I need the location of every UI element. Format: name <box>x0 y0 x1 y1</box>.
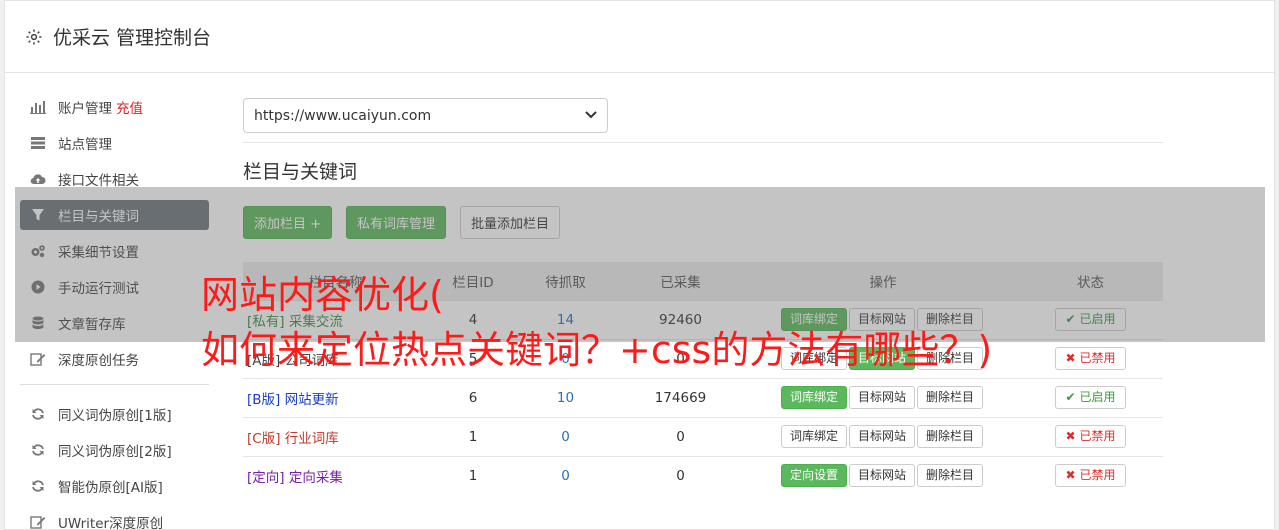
chevron-down-icon <box>585 109 597 122</box>
overlay-line-1: 网站内容优化( <box>201 273 444 317</box>
gear-icon <box>25 28 43 46</box>
pending-count[interactable]: 0 <box>518 455 613 495</box>
sidebar-item-sites[interactable]: 站点管理 <box>20 128 209 158</box>
actions-cell: 词库绑定 目标网站 删除栏目 <box>748 377 1018 417</box>
refresh-icon <box>30 478 46 494</box>
status-cell: ✖ 已禁用 <box>1018 416 1163 456</box>
table-row: [B版] 网站更新 6 10 174669 词库绑定 目标网站 删除栏目 ✔ 已启用 <box>243 377 1163 417</box>
close-icon: ✖ <box>1065 468 1076 483</box>
refresh-icon <box>30 442 46 458</box>
sidebar-item-label: UWriter深度原创 <box>58 516 164 530</box>
collected-count: 0 <box>613 455 748 495</box>
column-name-cell[interactable]: [B版] 网站更新 <box>243 377 428 417</box>
edit-icon <box>30 514 46 530</box>
target-site-button[interactable]: 目标网站 <box>848 425 915 448</box>
pending-count[interactable]: 0 <box>518 416 613 456</box>
sidebar-item-label: 深度原创任务 <box>58 353 139 369</box>
status-disabled-button[interactable]: ✖ 已禁用 <box>1054 347 1127 370</box>
column-name: 行业词库 <box>284 430 339 447</box>
page-title: 优采云 管理控制台 <box>53 27 212 49</box>
status-cell: ✖ 已禁用 <box>1018 338 1163 378</box>
overlay-caption: 网站内容优化( 如何来定位热点关键词？+css的方法有哪些？) <box>201 268 992 378</box>
column-name: 网站更新 <box>284 391 339 408</box>
status-disabled-button[interactable]: ✖ 已禁用 <box>1054 425 1127 448</box>
column-id: 6 <box>428 377 518 417</box>
directional-settings-button[interactable]: 定向设置 <box>780 464 847 488</box>
edit-icon <box>30 351 46 367</box>
column-id: 1 <box>428 416 518 456</box>
cloud-upload-icon <box>30 171 46 187</box>
bar-chart-icon <box>30 99 46 115</box>
pending-count[interactable]: 10 <box>518 377 613 417</box>
sidebar-item-synonym-v1[interactable]: 同义词伪原创[1版] <box>20 399 209 429</box>
status-label: 已禁用 <box>1079 429 1116 443</box>
status-label: 已禁用 <box>1079 468 1116 483</box>
actions-cell: 定向设置 目标网站 删除栏目 <box>748 455 1018 495</box>
delete-column-button[interactable]: 删除栏目 <box>917 464 984 488</box>
status-label: 已禁用 <box>1079 351 1116 365</box>
divider <box>243 142 1163 143</box>
column-name-cell[interactable]: [C版] 行业词库 <box>243 416 428 456</box>
section-title: 栏目与关键词 <box>243 161 358 183</box>
site-select[interactable]: https://www.ucaiyun.com <box>243 98 608 133</box>
column-tag: [B版] <box>247 391 281 408</box>
overlay-line-2: 如何来定位热点关键词？+css的方法有哪些？) <box>201 328 993 372</box>
sidebar-item-label: 账户管理 <box>58 101 112 117</box>
sidebar-item-account[interactable]: 账户管理 充值 <box>20 92 209 122</box>
sidebar-item-label: 智能伪原创[AI版] <box>58 480 163 496</box>
sidebar-item-label: 站点管理 <box>58 137 112 153</box>
site-select-value: https://www.ucaiyun.com <box>254 107 432 124</box>
table-row: [C版] 行业词库 1 0 0 词库绑定 目标网站 删除栏目 ✖ 已禁用 <box>243 416 1163 456</box>
recharge-link[interactable]: 充值 <box>116 97 143 117</box>
check-icon: ✔ <box>1065 390 1076 404</box>
status-cell: ✖ 已禁用 <box>1018 455 1163 495</box>
bind-dictionary-button[interactable]: 词库绑定 <box>780 425 847 448</box>
column-id: 1 <box>428 455 518 495</box>
status-label: 已启用 <box>1079 390 1116 404</box>
table-row: [定向] 定向采集 1 0 0 定向设置 目标网站 删除栏目 ✖ 已禁用 <box>243 455 1163 495</box>
sidebar-item-synonym-v2[interactable]: 同义词伪原创[2版] <box>20 435 209 465</box>
status-enabled-button[interactable]: ✔ 已启用 <box>1054 386 1127 409</box>
header: 优采云 管理控制台 <box>5 1 1274 73</box>
delete-column-button[interactable]: 删除栏目 <box>917 386 984 409</box>
sidebar-item-label: 接口文件相关 <box>58 173 139 189</box>
close-icon: ✖ <box>1065 351 1076 365</box>
collected-count: 0 <box>613 416 748 456</box>
column-name-cell[interactable]: [定向] 定向采集 <box>243 455 428 495</box>
close-icon: ✖ <box>1065 429 1076 443</box>
sidebar-item-uwriter[interactable]: UWriter深度原创 <box>20 507 209 530</box>
status-cell: ✔ 已启用 <box>1018 377 1163 417</box>
target-site-button[interactable]: 目标网站 <box>848 386 915 409</box>
sidebar-item-label: 同义词伪原创[2版] <box>58 444 172 460</box>
sidebar-item-label: 同义词伪原创[1版] <box>58 408 172 424</box>
bind-dictionary-button[interactable]: 词库绑定 <box>780 386 847 409</box>
column-tag: [定向] <box>247 469 285 486</box>
server-icon <box>30 135 46 151</box>
refresh-icon <box>30 406 46 422</box>
collected-count: 174669 <box>613 377 748 417</box>
column-name: 定向采集 <box>288 469 343 486</box>
sidebar-divider <box>20 384 209 385</box>
status-disabled-button[interactable]: ✖ 已禁用 <box>1054 464 1127 488</box>
delete-column-button[interactable]: 删除栏目 <box>917 425 984 448</box>
column-tag: [C版] <box>247 430 281 447</box>
sidebar-item-deep-original[interactable]: 深度原创任务 <box>20 344 209 374</box>
actions-cell: 词库绑定 目标网站 删除栏目 <box>748 416 1018 456</box>
target-site-button[interactable]: 目标网站 <box>848 464 915 488</box>
sidebar-item-ai-rewrite[interactable]: 智能伪原创[AI版] <box>20 471 209 501</box>
